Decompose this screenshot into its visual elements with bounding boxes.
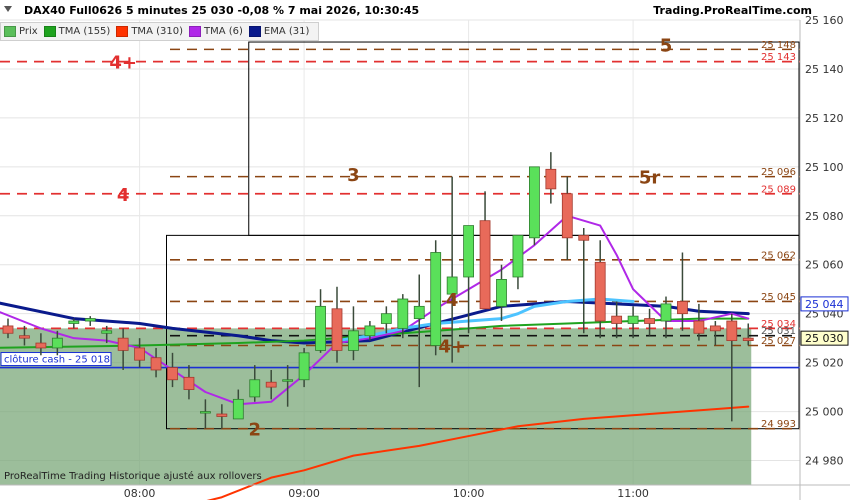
candle-body[interactable] <box>545 168 557 190</box>
candle-body[interactable] <box>709 325 721 332</box>
candle-body[interactable] <box>463 225 475 278</box>
legend-label: TMA (310) <box>131 26 183 37</box>
candle-body[interactable] <box>199 411 211 414</box>
candle-body[interactable] <box>150 357 162 371</box>
level-label: 25 148 <box>761 40 796 51</box>
candle-body[interactable] <box>594 261 606 322</box>
legend-swatch <box>43 26 56 37</box>
y-tick-label: 25 100 <box>805 161 844 174</box>
candle-body[interactable] <box>644 318 655 324</box>
x-tick-label: 11:00 <box>617 487 649 500</box>
candle-body[interactable] <box>627 315 639 324</box>
legend-label: TMA (155) <box>58 26 111 37</box>
candle-body[interactable] <box>529 166 540 239</box>
legend-swatch <box>4 26 16 37</box>
y-tick-label: 25 060 <box>805 259 844 272</box>
wave-annotation: 2 <box>248 420 261 441</box>
legend-item-ema-31[interactable]: EMA (31) <box>248 26 310 37</box>
price-chart[interactable]: 25 14825 14325 09625 08925 06225 04525 0… <box>0 0 850 500</box>
candle-body[interactable] <box>282 379 294 382</box>
chart-title: DAX40 Full0626 5 minutes 25 030 -0,08 % … <box>24 4 420 17</box>
y-tick-label: 25 140 <box>805 63 844 76</box>
x-tick-label: 08:00 <box>124 487 156 500</box>
level-label: 25 027 <box>761 336 796 347</box>
candle-body[interactable] <box>413 305 425 319</box>
legend-label: Prix <box>19 26 38 37</box>
candle-body[interactable] <box>479 220 491 310</box>
legend-swatch <box>116 26 129 37</box>
candle-body[interactable] <box>430 252 442 346</box>
candle-body[interactable] <box>249 379 261 398</box>
candle-body[interactable] <box>84 318 96 322</box>
candle-body[interactable] <box>742 337 754 342</box>
level-label: 25 096 <box>761 167 796 178</box>
candle-body[interactable] <box>315 305 326 351</box>
watermark-text: ProRealTime Trading Historique ajusté au… <box>4 471 262 482</box>
candle-body[interactable] <box>2 325 14 334</box>
candle-body[interactable] <box>298 352 310 381</box>
candle-body[interactable] <box>167 367 178 381</box>
legend-swatch <box>188 26 201 37</box>
y-tick-label: 25 020 <box>805 357 844 370</box>
shaded-zone <box>0 328 752 485</box>
candle-body[interactable] <box>660 303 672 322</box>
x-tick-label: 10:00 <box>453 487 485 500</box>
candle-body[interactable] <box>134 347 146 361</box>
legend-item-prix[interactable]: Prix <box>4 26 38 37</box>
candle-body[interactable] <box>183 376 195 390</box>
wave-annotation: 4+ <box>438 337 466 358</box>
candle-body[interactable] <box>364 325 376 337</box>
legend-item-tma-6[interactable]: TMA (6) <box>188 26 243 37</box>
candle-body[interactable] <box>19 335 30 339</box>
wave-annotation: 4 <box>117 185 130 206</box>
candle-body[interactable] <box>512 234 524 278</box>
indicator-legend: Prix TMA (155) TMA (310) TMA (6) EMA (31… <box>0 22 320 41</box>
y-tick-label: 24 980 <box>805 455 844 468</box>
candle-body[interactable] <box>693 320 705 334</box>
source-label: Trading.ProRealTime.com <box>653 4 812 17</box>
candle-body[interactable] <box>68 320 80 324</box>
candle-body[interactable] <box>216 413 228 417</box>
wave-annotation: 3 <box>347 165 360 186</box>
candle-body[interactable] <box>348 330 359 351</box>
wave-annotation: 4+ <box>109 53 137 74</box>
level-label: 25 045 <box>761 292 796 303</box>
wave-annotation: 4 <box>446 290 459 311</box>
level-label: 25 062 <box>761 250 796 261</box>
candle-body[interactable] <box>611 315 623 324</box>
legend-swatch <box>248 26 261 37</box>
collapse-toggle-icon[interactable] <box>4 6 12 14</box>
level-label: 25 143 <box>761 52 796 63</box>
level-label: 24 993 <box>761 419 796 430</box>
legend-item-tma-310[interactable]: TMA (310) <box>116 26 183 37</box>
candle-body[interactable] <box>496 279 507 307</box>
candle-body[interactable] <box>101 330 113 334</box>
candle-body[interactable] <box>232 398 244 420</box>
candle-body[interactable] <box>331 308 343 351</box>
candle-body[interactable] <box>265 381 277 388</box>
y-tick-label: 25 000 <box>805 406 844 419</box>
wave-annotation: 5 <box>660 35 673 56</box>
candle-body[interactable] <box>561 193 573 239</box>
candle-body[interactable] <box>677 301 688 315</box>
wave-annotation: 5r <box>639 168 661 189</box>
candle-body[interactable] <box>380 313 392 324</box>
y-tick-label: 25 120 <box>805 112 844 125</box>
level-label: 25 089 <box>761 184 796 195</box>
candle-body[interactable] <box>117 337 129 351</box>
legend-label: EMA (31) <box>263 26 310 37</box>
candle-body[interactable] <box>726 320 738 342</box>
price-tag-label: 25 044 <box>805 298 844 311</box>
cash-close-label: clôture cash - 25 018 <box>4 354 110 366</box>
y-tick-label: 25 080 <box>805 210 844 223</box>
legend-item-tma-155[interactable]: TMA (155) <box>43 26 111 37</box>
candle-body[interactable] <box>397 298 409 329</box>
price-tag-label: 25 030 <box>805 332 844 345</box>
candle-body[interactable] <box>51 337 63 349</box>
candle-body[interactable] <box>35 342 47 349</box>
candle-body[interactable] <box>578 234 590 241</box>
legend-label: TMA (6) <box>203 26 243 37</box>
x-tick-label: 09:00 <box>288 487 320 500</box>
